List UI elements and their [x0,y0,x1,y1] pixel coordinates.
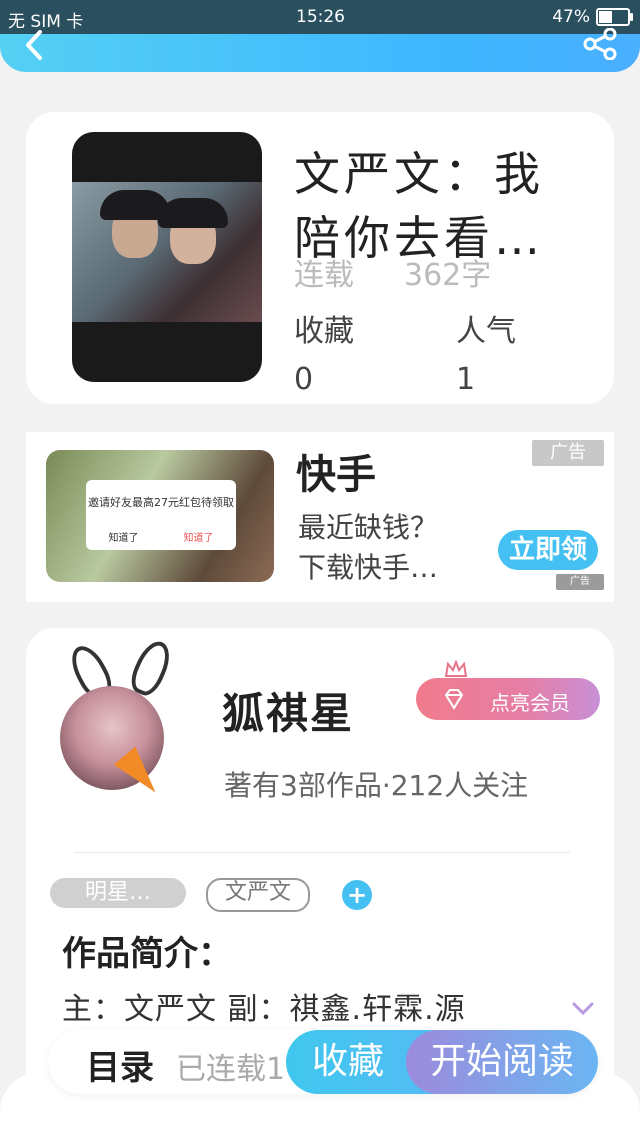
word-count: 362字 [404,258,492,293]
vip-button[interactable]: 点亮会员 [416,678,600,720]
author-meta: 著有3部作品·212人关注 [224,769,529,802]
ad-dialog-message: 邀请好友最高27元红包待领取 [88,496,234,509]
diamond-icon [444,689,464,710]
tag-wenyanwen[interactable]: 文严文 [206,878,310,912]
book-status: 连载 [294,258,354,293]
back-button[interactable] [22,28,46,66]
ad-dialog: 邀请好友最高27元红包待领取 知道了 知道了 [86,480,236,550]
ad-dialog-cta: 知道了 [183,533,214,544]
popularity-label: 人气 [456,314,516,349]
status-bar: 无 SIM 卡 15:26 47% [0,0,640,34]
battery-status: 47% [552,7,633,27]
divider [74,852,570,853]
intro-title: 作品简介： [62,934,232,974]
ad-description: 最近缺钱？ 下载快手… [298,508,438,588]
ad-description-line2: 下载快手… [298,551,439,584]
chevron-down-icon[interactable] [572,1002,594,1016]
ad-dialog-ok: 知道了 [108,533,139,544]
ad-title: 快手 [296,452,376,498]
chevron-left-icon [26,30,42,60]
add-tag-button[interactable]: + [342,880,372,910]
favorites-label: 收藏 [294,314,354,349]
ad-cta-button[interactable]: 立即领 [498,530,598,570]
vip-button-label: 点亮会员 [490,691,570,715]
author-name[interactable]: 狐祺星 [222,680,354,741]
favorite-button-label: 收藏 [312,1041,385,1082]
tag-star[interactable]: 明星… [50,878,186,908]
favorites-count: 0 [294,362,314,397]
intro-text: 主：文严文 副：祺鑫.轩霖.源 [62,992,466,1027]
share-button[interactable] [582,27,618,61]
crown-icon [444,660,468,677]
battery-icon [596,8,633,26]
share-icon [583,27,617,61]
ad-description-line1: 最近缺钱？ [298,511,439,544]
ad-mark: 广告 [556,574,604,590]
serial-info: 已连载1 [176,1052,286,1087]
start-reading-button[interactable]: 开始阅读 [406,1030,598,1094]
ad-image[interactable]: 邀请好友最高27元红包待领取 知道了 知道了 [46,450,274,582]
clock: 15:26 [296,7,345,27]
battery-percent: 47% [552,7,590,27]
table-of-contents-button[interactable]: 目录 [86,1040,154,1089]
book-cover-image[interactable] [72,132,262,382]
ad-label[interactable]: 广告 [532,440,604,466]
popularity-count: 1 [456,362,476,397]
